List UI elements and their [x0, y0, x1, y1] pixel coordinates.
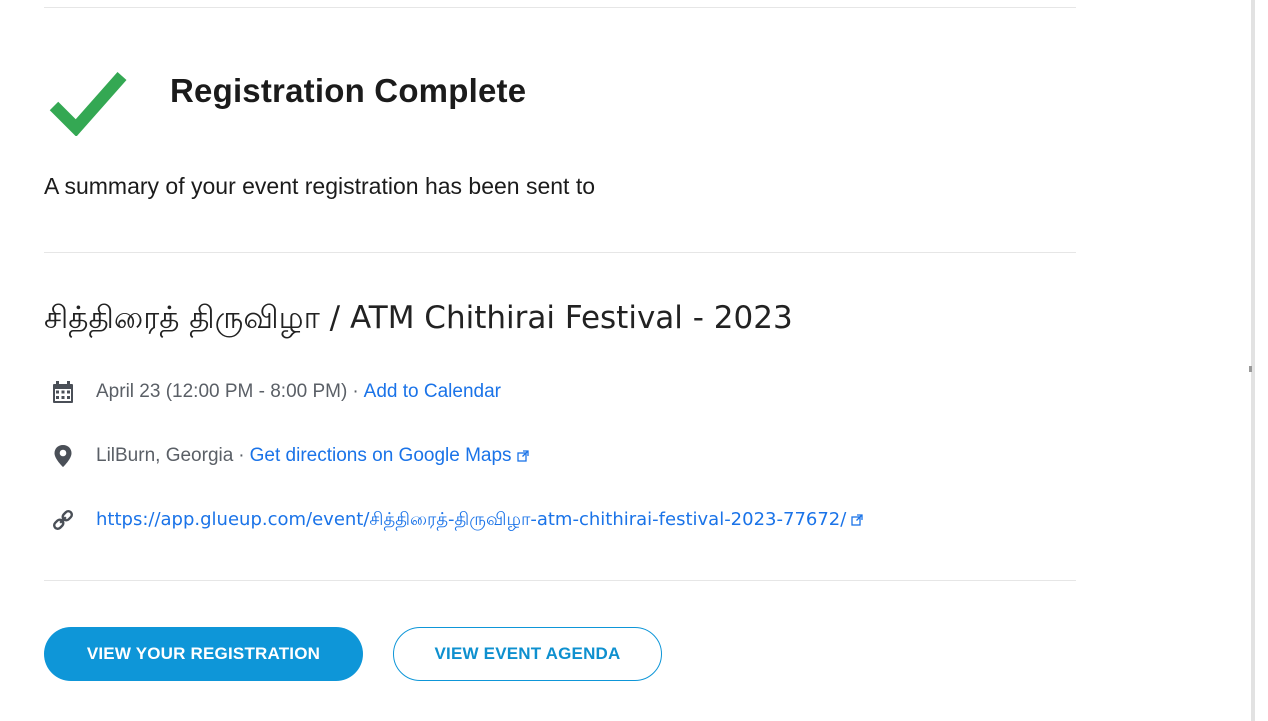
view-registration-button[interactable]: VIEW YOUR REGISTRATION [44, 627, 363, 681]
map-pin-icon [50, 443, 76, 469]
event-location-row: LilBurn, Georgia · Get directions on Goo… [50, 441, 529, 471]
external-link-icon [851, 513, 863, 526]
link-icon [50, 507, 76, 533]
check-icon [49, 72, 127, 136]
external-link-icon [516, 450, 529, 462]
event-location-text: LilBurn, Georgia [96, 445, 234, 466]
separator-dot: · [238, 445, 245, 466]
event-date-text: April 23 (12:00 PM - 8:00 PM) [96, 381, 348, 402]
page-title: Registration Complete [170, 72, 527, 109]
separator-dot: · [352, 381, 359, 402]
calendar-icon [50, 379, 76, 405]
section-divider [44, 580, 1076, 581]
scrollbar-marker [1249, 366, 1252, 372]
section-divider [44, 252, 1076, 253]
directions-link-label[interactable]: Get directions on Google Maps [250, 445, 512, 466]
summary-text: A summary of your event registration has… [44, 173, 596, 199]
add-to-calendar-link[interactable]: Add to Calendar [364, 381, 501, 403]
scrollbar[interactable] [1251, 0, 1255, 721]
event-title: சித்திரைத் திருவிழா / ATM Chithirai Fest… [44, 300, 793, 336]
view-event-agenda-button[interactable]: VIEW EVENT AGENDA [393, 627, 662, 681]
event-url-link[interactable]: https://app.glueup.com/event/சித்திரைத்-… [96, 509, 863, 532]
event-url-row: https://app.glueup.com/event/சித்திரைத்-… [50, 505, 863, 535]
event-url-text[interactable]: https://app.glueup.com/event/சித்திரைத்-… [96, 509, 846, 530]
event-date-row: April 23 (12:00 PM - 8:00 PM) · Add to C… [50, 377, 501, 407]
google-maps-directions-link[interactable]: Get directions on Google Maps [250, 445, 529, 467]
top-divider [44, 7, 1076, 8]
